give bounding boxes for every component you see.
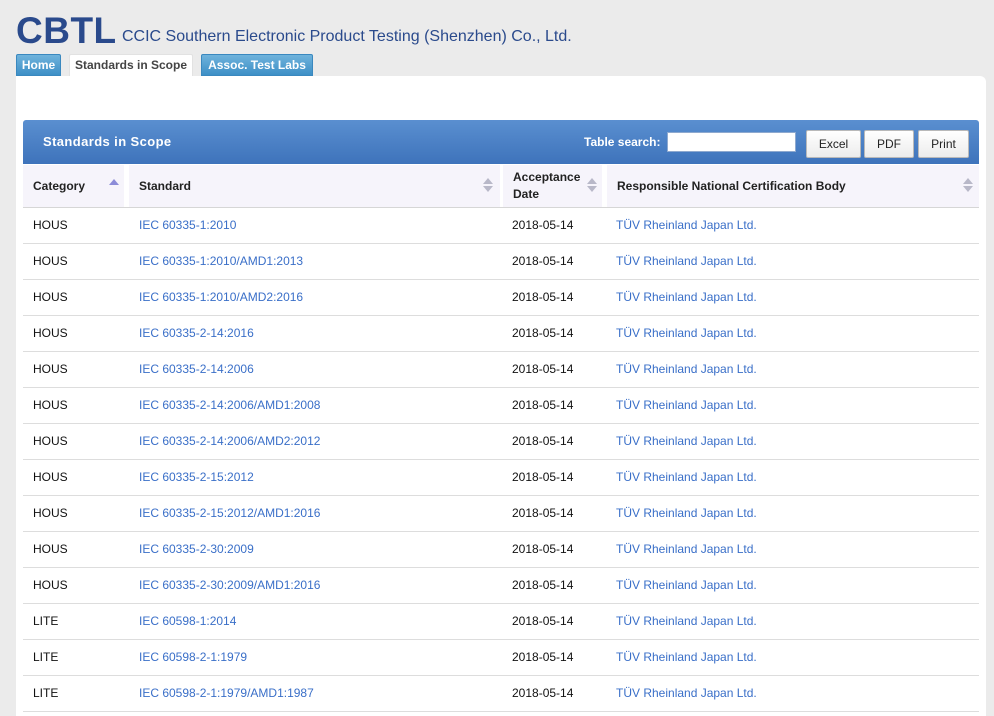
- acceptance-date-cell: 2018-05-14: [512, 542, 574, 556]
- standard-link[interactable]: IEC 60335-2-15:2012: [139, 460, 254, 495]
- certification-body-link[interactable]: TÜV Rheinland Japan Ltd.: [616, 388, 757, 423]
- table-row: HOUS IEC 60335-2-15:2012/AMD1:2016 2018-05…: [23, 496, 979, 532]
- acceptance-date-cell: 2018-05-14: [512, 398, 574, 412]
- certification-body-link[interactable]: TÜV Rheinland Japan Ltd.: [616, 532, 757, 567]
- standard-link[interactable]: IEC 60598-2-1:1979/AMD1:1987: [139, 676, 314, 711]
- standard-link[interactable]: IEC 60335-1:2010/AMD1:2013: [139, 244, 303, 279]
- window-edge: [986, 0, 994, 700]
- company-name: CCIC Southern Electronic Product Testing…: [122, 28, 572, 45]
- standard-link[interactable]: IEC 60335-1:2010/AMD2:2016: [139, 280, 303, 315]
- panel-title: Standards in Scope: [43, 134, 172, 149]
- column-label: Category: [33, 178, 86, 193]
- category-cell: LITE: [33, 614, 59, 628]
- sort-both-icon: [483, 178, 493, 194]
- certification-body-link[interactable]: TÜV Rheinland Japan Ltd.: [616, 640, 757, 675]
- acceptance-date-cell: 2018-05-14: [512, 218, 574, 232]
- table-search-input[interactable]: [667, 132, 796, 152]
- column-header-acceptance-date[interactable]: Acceptance Date: [503, 165, 602, 207]
- table-row: HOUS IEC 60335-1:2010 2018-05-14 TÜV Rheinl…: [23, 208, 979, 244]
- table-row: HOUS IEC 60335-2-30:2009/AMD1:2016 2018-05…: [23, 568, 979, 604]
- certification-body-link[interactable]: TÜV Rheinland Japan Ltd.: [616, 676, 757, 711]
- table-row: HOUS IEC 60335-2-30:2009 2018-05-14 TÜV Rhe…: [23, 532, 979, 568]
- column-header-category[interactable]: Category: [23, 165, 124, 207]
- standard-link[interactable]: IEC 60598-1:2014: [139, 604, 236, 639]
- certification-body-link[interactable]: TÜV Rheinland Japan Ltd.: [616, 208, 757, 243]
- panel-header: Standards in Scope Table search: Excel P…: [23, 120, 979, 164]
- tab-standards-in-scope[interactable]: Standards in Scope: [69, 54, 193, 77]
- table-row: HOUS IEC 60335-2-14:2006 2018-05-14 TÜV Rhe…: [23, 352, 979, 388]
- acceptance-date-cell: 2018-05-14: [512, 614, 574, 628]
- acceptance-date-cell: 2018-05-14: [512, 650, 574, 664]
- table-row: LITE IEC 60598-2-1:1979 2018-05-14 TÜV Rhei…: [23, 640, 979, 676]
- certification-body-link[interactable]: TÜV Rheinland Japan Ltd.: [616, 424, 757, 459]
- table-row: LITE IEC 60598-2-1:1979/AMD1:1987 2018-05-…: [23, 676, 979, 712]
- category-cell: HOUS: [33, 578, 68, 592]
- sort-ascending-icon: [109, 178, 119, 194]
- sort-both-icon: [587, 178, 597, 194]
- column-header-standard[interactable]: Standard: [129, 165, 500, 207]
- standard-link[interactable]: IEC 60335-2-14:2006: [139, 352, 254, 387]
- certification-body-link[interactable]: TÜV Rheinland Japan Ltd.: [616, 316, 757, 351]
- category-cell: HOUS: [33, 398, 68, 412]
- column-label: Responsible National Certification Body: [617, 178, 846, 193]
- cbtl-logo[interactable]: CBTL: [16, 9, 117, 53]
- acceptance-date-cell: 2018-05-14: [512, 254, 574, 268]
- acceptance-date-cell: 2018-05-14: [512, 290, 574, 304]
- column-header-certification-body[interactable]: Responsible National Certification Body: [607, 165, 979, 207]
- category-cell: LITE: [33, 686, 59, 700]
- table-row: HOUS IEC 60335-2-15:2012 2018-05-14 TÜV Rhe…: [23, 460, 979, 496]
- category-cell: HOUS: [33, 506, 68, 520]
- category-cell: LITE: [33, 650, 59, 664]
- certification-body-link[interactable]: TÜV Rheinland Japan Ltd.: [616, 280, 757, 315]
- standard-link[interactable]: IEC 60598-2-1:1979: [139, 640, 247, 675]
- standard-link[interactable]: IEC 60335-2-14:2006/AMD2:2012: [139, 424, 320, 459]
- certification-body-link[interactable]: TÜV Rheinland Japan Ltd.: [616, 244, 757, 279]
- site-header: CBTL CCIC Southern Electronic Product Te…: [0, 0, 994, 54]
- acceptance-date-cell: 2018-05-14: [512, 362, 574, 376]
- table-row: HOUS IEC 60335-1:2010/AMD1:2013 2018-05-14…: [23, 244, 979, 280]
- standard-link[interactable]: IEC 60335-1:2010: [139, 208, 236, 243]
- acceptance-date-cell: 2018-05-14: [512, 434, 574, 448]
- standard-link[interactable]: IEC 60335-2-15:2012/AMD1:2016: [139, 496, 320, 531]
- acceptance-date-cell: 2018-05-14: [512, 686, 574, 700]
- pdf-button[interactable]: PDF: [864, 130, 914, 158]
- standard-link[interactable]: IEC 60335-2-14:2016: [139, 316, 254, 351]
- tab-assoc-test-labs[interactable]: Assoc. Test Labs: [201, 54, 313, 76]
- category-cell: HOUS: [33, 434, 68, 448]
- category-cell: HOUS: [33, 218, 68, 232]
- category-cell: HOUS: [33, 326, 68, 340]
- column-label: Standard: [139, 178, 192, 193]
- acceptance-date-cell: 2018-05-14: [512, 470, 574, 484]
- certification-body-link[interactable]: TÜV Rheinland Japan Ltd.: [616, 568, 757, 603]
- table-row: HOUS IEC 60335-2-14:2006/AMD1:2008 2018-05…: [23, 388, 979, 424]
- category-cell: HOUS: [33, 470, 68, 484]
- certification-body-link[interactable]: TÜV Rheinland Japan Ltd.: [616, 496, 757, 531]
- certification-body-link[interactable]: TÜV Rheinland Japan Ltd.: [616, 352, 757, 387]
- acceptance-date-cell: 2018-05-14: [512, 506, 574, 520]
- column-label: Acceptance Date: [513, 170, 581, 201]
- acceptance-date-cell: 2018-05-14: [512, 326, 574, 340]
- tab-home[interactable]: Home: [16, 54, 61, 76]
- table-row: HOUS IEC 60335-2-14:2006/AMD2:2012 2018-05…: [23, 424, 979, 460]
- table-row: LITE IEC 60598-1:2014 2018-05-14 TÜV Rheinl…: [23, 604, 979, 640]
- standard-link[interactable]: IEC 60335-2-30:2009: [139, 532, 254, 567]
- category-cell: HOUS: [33, 542, 68, 556]
- table-search-label: Table search:: [584, 135, 661, 149]
- category-cell: HOUS: [33, 254, 68, 268]
- table-row: HOUS IEC 60335-1:2010/AMD2:2016 2018-05-14…: [23, 280, 979, 316]
- standard-link[interactable]: IEC 60335-2-14:2006/AMD1:2008: [139, 388, 320, 423]
- main-content: Standards in Scope Table search: Excel P…: [16, 76, 986, 716]
- print-button[interactable]: Print: [918, 130, 969, 158]
- category-cell: HOUS: [33, 290, 68, 304]
- certification-body-link[interactable]: TÜV Rheinland Japan Ltd.: [616, 604, 757, 639]
- acceptance-date-cell: 2018-05-14: [512, 578, 574, 592]
- standard-link[interactable]: IEC 60335-2-30:2009/AMD1:2016: [139, 568, 320, 603]
- category-cell: HOUS: [33, 362, 68, 376]
- certification-body-link[interactable]: TÜV Rheinland Japan Ltd.: [616, 460, 757, 495]
- table-header: Category Standard Acceptance Date Respon…: [23, 165, 979, 208]
- table-row: HOUS IEC 60335-2-14:2016 2018-05-14 TÜV Rhe…: [23, 316, 979, 352]
- excel-button[interactable]: Excel: [806, 130, 861, 158]
- sort-both-icon: [963, 178, 973, 194]
